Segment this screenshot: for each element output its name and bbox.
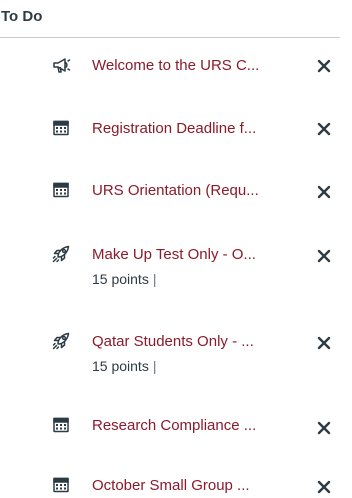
separator: |	[152, 271, 157, 287]
todo-item-link[interactable]: Qatar Students Only - ...	[92, 333, 254, 350]
points-label: 15 points |	[92, 271, 156, 287]
calendar-icon	[51, 118, 71, 138]
close-icon[interactable]	[315, 478, 333, 496]
calendar-icon	[51, 415, 71, 435]
points-value: 15 points	[92, 271, 149, 287]
close-icon[interactable]	[315, 183, 333, 201]
todo-title: To Do	[1, 8, 43, 25]
separator: |	[152, 358, 157, 374]
calendar-icon	[51, 475, 71, 495]
close-icon[interactable]	[315, 120, 333, 138]
announcement-icon	[51, 55, 71, 75]
points-label: 15 points |	[92, 358, 156, 374]
calendar-icon	[51, 180, 71, 200]
todo-item-link[interactable]: URS Orientation (Requ...	[92, 182, 259, 199]
close-icon[interactable]	[315, 57, 333, 75]
rocket-icon	[51, 331, 71, 351]
todo-item-link[interactable]: Make Up Test Only - O...	[92, 246, 256, 263]
close-icon[interactable]	[315, 419, 333, 437]
todo-item-link[interactable]: Registration Deadline f...	[92, 120, 256, 137]
close-icon[interactable]	[315, 247, 333, 265]
points-value: 15 points	[92, 358, 149, 374]
close-icon[interactable]	[315, 334, 333, 352]
todo-item-link[interactable]: October Small Group ...	[92, 477, 250, 494]
todo-item-link[interactable]: Welcome to the URS C...	[92, 57, 259, 74]
rocket-icon	[51, 244, 71, 264]
todo-header: To Do	[0, 0, 340, 38]
todo-item-link[interactable]: Research Compliance ...	[92, 417, 256, 434]
